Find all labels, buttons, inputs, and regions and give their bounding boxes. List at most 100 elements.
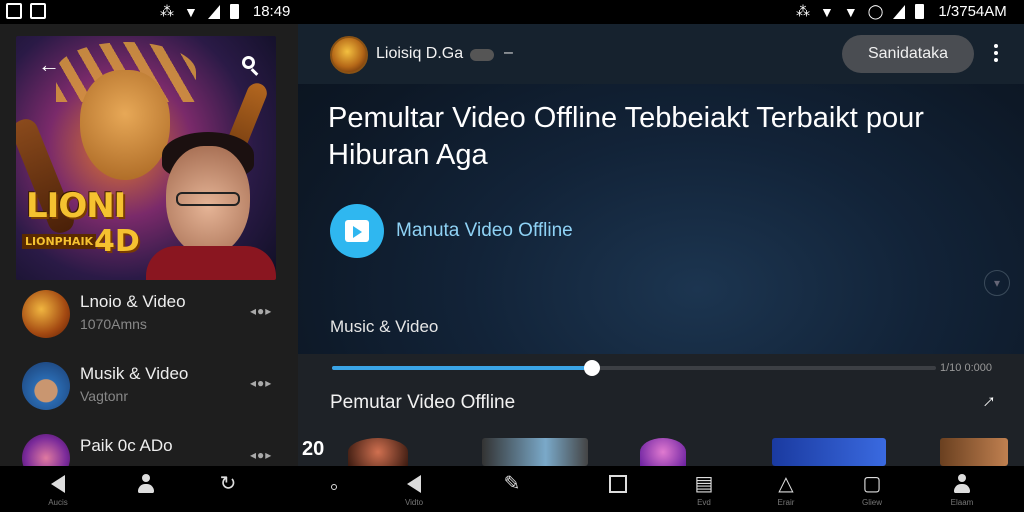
nav-label: Aucis bbox=[48, 498, 68, 507]
refresh-icon: ↻ bbox=[219, 473, 237, 495]
nav-label: Elaam bbox=[950, 498, 974, 507]
alarm-icon: ◯ bbox=[867, 3, 884, 19]
cartoon-face bbox=[80, 70, 170, 180]
verified-badge bbox=[470, 49, 494, 61]
back-icon bbox=[51, 475, 65, 493]
channel-name[interactable]: Lioisiq D.Ga bbox=[376, 45, 463, 63]
signal-icon bbox=[893, 4, 906, 19]
status-icons-right: ⁂ ▼ ▼ ◯ 1/3754AM bbox=[796, 3, 1007, 20]
wifi-icon: ▼ bbox=[843, 3, 858, 20]
back-icon bbox=[407, 475, 421, 493]
nav-back-button[interactable]: Vidto bbox=[384, 472, 444, 507]
video-thumbnail[interactable] bbox=[482, 438, 588, 466]
alert-icon: △ bbox=[778, 473, 794, 495]
person-icon bbox=[137, 474, 155, 494]
nav-refresh-button[interactable]: ↻ bbox=[198, 472, 258, 498]
right-nav-bar: Vidto ✎ ▤ Evd △ Erair ▢ Gliew Elaam bbox=[298, 466, 1024, 512]
nav-label: Vidto bbox=[404, 498, 424, 507]
gallery-icon bbox=[30, 3, 46, 19]
item-controls[interactable]: ◂●▸ bbox=[250, 448, 272, 462]
channel-separator: – bbox=[504, 44, 513, 61]
status-notifications bbox=[6, 3, 46, 19]
nav-window-button[interactable] bbox=[588, 472, 648, 498]
player-title: Pemutar Video Offline bbox=[330, 392, 516, 413]
subscribe-button[interactable]: Sanidataka bbox=[842, 35, 974, 73]
nav-alert-button[interactable]: △ Erair bbox=[756, 472, 816, 507]
tabs-icon: ▢ bbox=[862, 473, 882, 495]
player-panel: 1/10 0:000 Pemutar Video Offline ↑ 20 bbox=[298, 354, 1024, 466]
video-thumbnail[interactable] bbox=[940, 438, 1008, 466]
item-controls[interactable]: ◂●▸ bbox=[250, 376, 272, 390]
channel-avatar[interactable] bbox=[330, 36, 368, 74]
search-icon-handle bbox=[250, 68, 259, 76]
progress-thumb[interactable] bbox=[583, 360, 600, 376]
status-time-left: 18:49 bbox=[252, 3, 291, 20]
duration-label: 1/10 0:000 bbox=[940, 362, 992, 374]
list-item[interactable]: Musik & Video Vagtonr ◂●▸ bbox=[0, 354, 298, 426]
counter-label: 20 bbox=[302, 438, 325, 460]
artwork-logo-number: 4D bbox=[94, 224, 140, 259]
right-panel: Lioisiq D.Ga – Sanidataka Pemultar Video… bbox=[298, 24, 1024, 466]
item-title: Musik & Video bbox=[80, 364, 189, 383]
more-icon-dot bbox=[994, 51, 998, 55]
grid-icon: ▤ bbox=[694, 473, 714, 495]
video-thumbnail[interactable] bbox=[348, 438, 408, 466]
item-title: Lnoio & Video bbox=[80, 292, 186, 311]
wifi-icon: ▼ bbox=[820, 3, 834, 20]
progress-fill bbox=[332, 366, 592, 370]
artwork-shirt bbox=[146, 246, 276, 280]
notification-icon bbox=[6, 3, 22, 19]
left-panel: LIONI LIONPHAIK 4D ← Lnoio & Video 1070A… bbox=[0, 24, 298, 482]
channel-header: Lioisiq D.Ga – Sanidataka bbox=[298, 24, 1024, 84]
nav-edit-button[interactable]: ✎ bbox=[482, 472, 542, 498]
item-thumbnail bbox=[22, 290, 70, 338]
battery-icon bbox=[229, 4, 239, 19]
artwork-logo: LIONI bbox=[26, 186, 126, 226]
item-title: Paik 0c ADo bbox=[80, 436, 173, 455]
more-options-button[interactable] bbox=[994, 44, 998, 62]
video-thumbnail[interactable] bbox=[640, 438, 686, 466]
wifi-icon: ▼ bbox=[184, 3, 198, 20]
dot-icon bbox=[331, 484, 337, 490]
window-icon bbox=[609, 475, 627, 493]
glasses-icon bbox=[176, 192, 240, 206]
nav-label: Gliew bbox=[861, 498, 882, 507]
item-subtitle: Vagtonr bbox=[80, 388, 128, 404]
video-thumbnail[interactable] bbox=[772, 438, 886, 466]
nav-tabs-button[interactable]: ▢ Gliew bbox=[842, 472, 902, 507]
expand-icon[interactable]: ↑ bbox=[977, 390, 1001, 413]
bluetooth-icon: ⁂ bbox=[160, 3, 174, 19]
nav-back-button[interactable]: Aucis bbox=[28, 472, 88, 507]
status-icons-left: ⁂ ▼ 18:49 bbox=[160, 3, 290, 20]
nav-label: Erair bbox=[777, 498, 795, 507]
thumbnail-strip bbox=[328, 438, 1018, 466]
nav-grid-button[interactable]: ▤ Evd bbox=[674, 472, 734, 507]
page-title: Pemultar Video Offline Tebbeiakt Terbaik… bbox=[328, 102, 924, 171]
item-thumbnail bbox=[22, 362, 70, 410]
item-subtitle: 1070Amns bbox=[80, 316, 147, 332]
play-icon bbox=[345, 220, 369, 242]
back-button[interactable]: ← bbox=[38, 54, 60, 76]
profile-icon bbox=[953, 474, 971, 494]
video-app-icon[interactable] bbox=[330, 204, 384, 258]
scroll-button[interactable]: ▾ bbox=[984, 270, 1010, 296]
signal-icon bbox=[207, 4, 220, 19]
list-item[interactable]: Lnoio & Video 1070Amns ◂●▸ bbox=[0, 282, 298, 354]
battery-icon bbox=[915, 4, 925, 19]
nav-profile-button[interactable] bbox=[116, 472, 176, 498]
nav-dot-button[interactable] bbox=[304, 472, 364, 498]
album-artwork[interactable]: LIONI LIONPHAIK 4D ← bbox=[16, 36, 276, 280]
nav-profile-button[interactable]: Elaam bbox=[932, 472, 992, 507]
search-button[interactable] bbox=[242, 56, 260, 76]
section-label: Music & Video bbox=[330, 317, 439, 336]
more-icon-dot bbox=[994, 58, 998, 62]
arrow-left-icon: ← bbox=[38, 52, 60, 77]
status-bar: ⁂ ▼ 18:49 ⁂ ▼ ▼ ◯ 1/3754AM bbox=[0, 0, 1024, 24]
progress-bar[interactable] bbox=[332, 360, 936, 376]
status-time-right: 1/3754AM bbox=[938, 3, 1007, 20]
item-controls[interactable]: ◂●▸ bbox=[250, 304, 272, 318]
bluetooth-icon: ⁂ bbox=[796, 3, 810, 19]
more-icon bbox=[994, 44, 998, 48]
app-link[interactable]: Manuta Video Offline bbox=[396, 220, 573, 242]
edit-icon: ✎ bbox=[503, 473, 521, 495]
